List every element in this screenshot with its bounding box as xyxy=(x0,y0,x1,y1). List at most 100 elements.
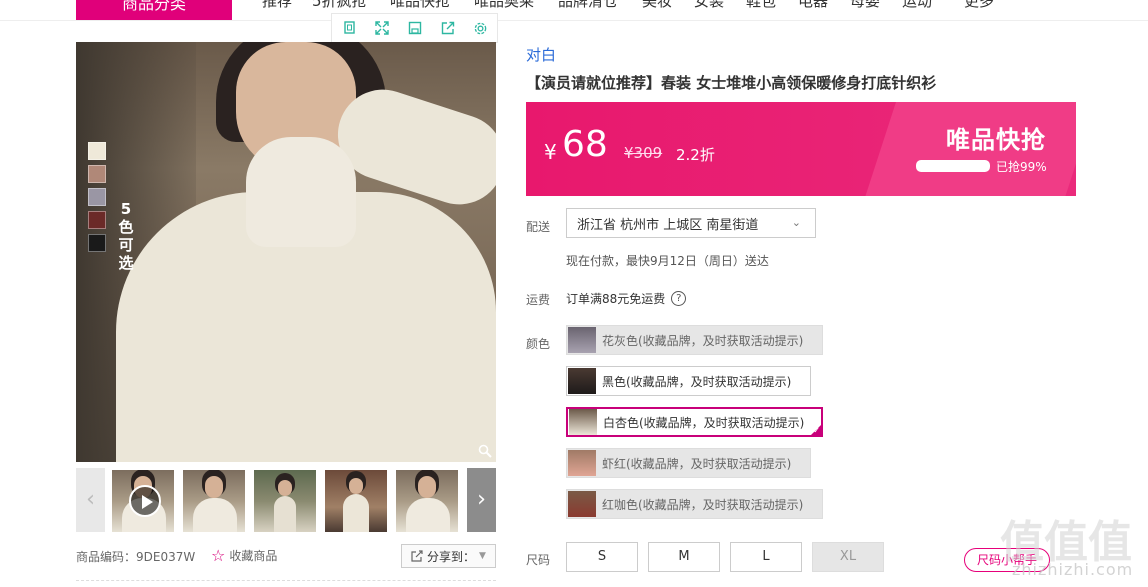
swatch-cream xyxy=(88,142,106,160)
nav-item-outlet[interactable]: 唯品奥莱 xyxy=(474,0,534,11)
currency-symbol: ¥ xyxy=(544,140,557,164)
color-option-label: 红咖色(收藏品牌，及时获取活动提示) xyxy=(602,497,804,512)
chevron-down-icon: ▼ xyxy=(479,551,486,561)
product-code-value: 9DE037W xyxy=(136,550,196,564)
color-option-label: 黑色(收藏品牌，及时获取活动提示) xyxy=(602,374,792,389)
product-code: 商品编码：9DE037W xyxy=(76,548,195,565)
size-option-m[interactable]: M xyxy=(648,542,720,572)
color-thumbnail xyxy=(568,491,596,517)
favorite-label: 收藏商品 xyxy=(229,549,278,563)
nav-item-flash-sale[interactable]: 唯品快抢 xyxy=(390,0,450,11)
share-label: 分享到： xyxy=(427,549,476,564)
color-option-red-brown[interactable]: 红咖色(收藏品牌，及时获取活动提示) xyxy=(566,489,823,519)
category-menu-button[interactable]: 商品分类 xyxy=(76,0,232,20)
chevron-down-icon: ⌄ xyxy=(791,216,801,229)
color-option-label: 花灰色(收藏品牌，及时获取活动提示) xyxy=(602,333,804,348)
shipping-label: 运费 xyxy=(526,293,551,307)
thumbnail-body xyxy=(193,498,237,532)
thumbnail-image[interactable] xyxy=(396,470,458,532)
size-option-s[interactable]: S xyxy=(566,542,638,572)
size-option-xl[interactable]: XL xyxy=(812,542,884,572)
thumbnail-image[interactable] xyxy=(254,470,316,532)
shipping-info: 订单满88元免运费 ? xyxy=(566,290,687,307)
delivery-address-value: 浙江省 杭州市 上城区 南星街道 xyxy=(577,217,759,233)
image-toolbar xyxy=(331,13,498,43)
divider xyxy=(76,580,496,581)
thumbnail-image[interactable] xyxy=(325,470,387,532)
delivery-address-select[interactable]: 浙江省 杭州市 上城区 南星街道 ⌄ xyxy=(566,208,816,238)
thumbnail-face xyxy=(418,476,436,498)
thumbnail-image[interactable] xyxy=(183,470,245,532)
color-option-black[interactable]: 黑色(收藏品牌，及时获取活动提示) xyxy=(566,366,811,396)
size-label: 尺码 xyxy=(526,553,551,567)
swatch-black xyxy=(88,234,106,252)
nav-item-half-price[interactable]: 5折疯抢 xyxy=(312,0,367,11)
color-thumbnail xyxy=(569,409,597,435)
five-colors-text: 5色可选 xyxy=(118,200,134,272)
thumbnail-body xyxy=(343,494,369,532)
color-label: 颜色 xyxy=(526,337,551,351)
watermark-text: zhizhizhi.com xyxy=(1012,560,1134,579)
save-icon[interactable] xyxy=(398,14,431,42)
help-icon[interactable]: ? xyxy=(671,291,687,306)
top-navigation: 商品分类 推荐 5折疯抢 唯品快抢 唯品奥莱 品牌清仓 美妆 女装 鞋包 电器 … xyxy=(0,0,1148,21)
share-icon xyxy=(411,550,423,562)
share-button[interactable]: 分享到： ▼ xyxy=(401,544,496,568)
sold-progress-fill xyxy=(917,161,989,171)
thumbnail-video[interactable] xyxy=(112,470,174,532)
color-option-heather-grey[interactable]: 花灰色(收藏品牌，及时获取活动提示) xyxy=(566,325,823,355)
flash-sale-title: 唯品快抢 xyxy=(946,126,1046,154)
color-option-label: 虾红(收藏品牌，及时获取活动提示) xyxy=(602,456,792,471)
sold-progress-text: 已抢99% xyxy=(996,160,1047,174)
product-title: 【演员请就位推荐】春装 女士堆堆小高领保暖修身打底针织衫 xyxy=(526,74,937,92)
fullscreen-icon[interactable] xyxy=(365,14,398,42)
swatch-grey xyxy=(88,188,106,206)
star-icon: ☆ xyxy=(211,546,226,565)
brand-link[interactable]: 对白 xyxy=(526,44,556,65)
thumbnail-prev-button[interactable]: ‹ xyxy=(76,468,105,532)
share-out-icon[interactable] xyxy=(431,14,464,42)
turtleneck-collar xyxy=(246,137,356,247)
discount-rate: 2.2折 xyxy=(676,146,715,164)
zoom-magnifier-icon[interactable] xyxy=(478,444,492,458)
color-thumbnail xyxy=(568,450,596,476)
current-price: 68 xyxy=(562,124,608,165)
copy-icon[interactable] xyxy=(332,14,365,42)
nav-item-sports[interactable]: 运动 xyxy=(902,0,932,11)
sold-progress-bar xyxy=(916,160,990,172)
color-option-ivory[interactable]: 白杏色(收藏品牌，及时获取活动提示) ✓ xyxy=(566,407,823,437)
thumbnail-face xyxy=(205,476,223,498)
color-swatch-strip xyxy=(88,142,106,257)
thumbnail-body xyxy=(406,498,450,532)
color-thumbnail xyxy=(568,327,596,353)
play-icon[interactable] xyxy=(129,485,161,517)
shipping-text: 订单满88元免运费 xyxy=(566,292,666,306)
nav-item-electronics[interactable]: 电器 xyxy=(798,0,828,11)
thumbnail-body xyxy=(274,496,296,532)
size-option-l[interactable]: L xyxy=(730,542,802,572)
thumbnail-next-button[interactable]: › xyxy=(467,468,496,532)
color-option-label: 白杏色(收藏品牌，及时获取活动提示) xyxy=(603,415,805,430)
original-price: ¥309 xyxy=(624,144,663,162)
favorite-product-button[interactable]: ☆ 收藏商品 xyxy=(211,546,277,565)
nav-item-baby[interactable]: 母婴 xyxy=(850,0,880,11)
nav-item-shoes-bags[interactable]: 鞋包 xyxy=(746,0,776,11)
color-option-shrimp-red[interactable]: 虾红(收藏品牌，及时获取活动提示) xyxy=(566,448,811,478)
swatch-pink-brown xyxy=(88,165,106,183)
thumbnail-face xyxy=(349,478,363,494)
main-product-image[interactable]: 5色可选 xyxy=(76,42,496,462)
delivery-eta: 现在付款，最快9月12日（周日）送达 xyxy=(566,254,769,268)
checkmark-icon: ✓ xyxy=(813,426,820,435)
delivery-label: 配送 xyxy=(526,220,551,234)
settings-gear-icon[interactable] xyxy=(464,14,497,42)
flash-sale-price-banner: ¥ 68 ¥309 2.2折 唯品快抢 已抢99% xyxy=(526,102,1076,196)
nav-item-recommend[interactable]: 推荐 xyxy=(262,0,292,11)
nav-item-beauty[interactable]: 美妆 xyxy=(642,0,672,11)
thumbnail-face xyxy=(278,480,292,496)
color-thumbnail xyxy=(568,368,596,394)
swatch-dark-red xyxy=(88,211,106,229)
nav-item-womens[interactable]: 女装 xyxy=(694,0,724,11)
nav-item-clearance[interactable]: 品牌清仓 xyxy=(558,0,618,11)
product-code-label: 商品编码： xyxy=(76,550,137,564)
nav-item-more[interactable]: 更多 xyxy=(964,0,994,11)
